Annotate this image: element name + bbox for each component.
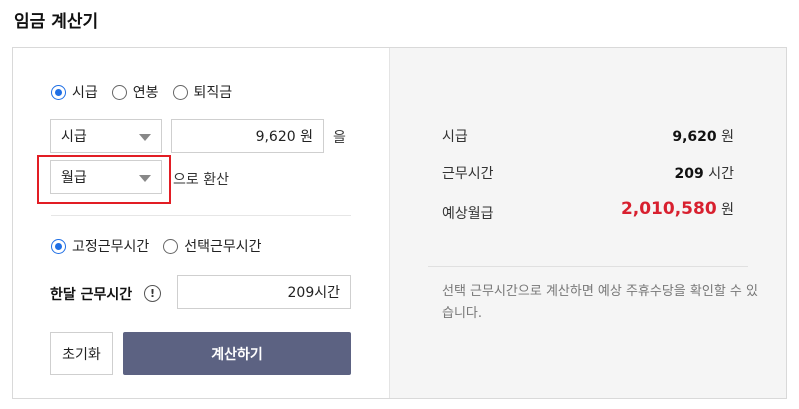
result-section: 시급 9,620 원 근무시간 209 시간 예상월급 2,010,580 원 … [389, 48, 786, 398]
result-number: 209 [674, 166, 704, 182]
result-value-hours: 209 시간 [675, 163, 734, 183]
radio-unchecked-icon [163, 238, 179, 254]
radio-label: 연봉 [132, 85, 159, 101]
radio-label: 선택근무시간 [184, 239, 262, 255]
monthly-hours-input[interactable]: 209시간 [177, 275, 351, 309]
info-icon[interactable]: ! [144, 285, 161, 302]
result-divider [428, 266, 748, 267]
result-unit: 시간 [708, 166, 734, 182]
radio-label: 고정근무시간 [72, 239, 150, 255]
result-label-monthly: 예상월급 [442, 206, 494, 222]
hours-type-radio-group: 고정근무시간 선택근무시간 [51, 236, 276, 256]
wage-type-radio-group: 시급 연봉 퇴직금 [51, 82, 246, 102]
result-value-monthly: 2,010,580 원 [621, 199, 734, 219]
page-title: 임금 계산기 [14, 12, 99, 32]
highlight-box [37, 155, 171, 204]
radio-checked-icon [51, 238, 66, 254]
radio-flexible-hours[interactable]: 선택근무시간 [163, 236, 262, 256]
divider [51, 215, 351, 216]
result-unit: 원 [721, 129, 734, 145]
result-label-hourly: 시급 [442, 129, 468, 145]
radio-annual[interactable]: 연봉 [111, 82, 159, 102]
result-note: 선택 근무시간으로 계산하면 예상 주휴수당을 확인할 수 있습니다. [442, 284, 758, 321]
monthly-hours-value: 209시간 [287, 285, 340, 301]
calculate-button[interactable]: 계산하기 [123, 332, 351, 375]
radio-severance[interactable]: 퇴직금 [172, 82, 233, 102]
amount-input[interactable]: 9,620 원 [171, 119, 324, 153]
radio-label: 시급 [72, 85, 98, 101]
calculator-panel: 시급 연봉 퇴직금 시급 9,620 원 을 월급 으로 환산 고정근무시간 선… [12, 47, 787, 399]
dropdown-arrow-icon [139, 134, 151, 141]
result-value-hourly: 9,620 원 [672, 126, 734, 146]
from-unit-select[interactable]: 시급 [50, 119, 162, 153]
amount-value: 9,620 원 [255, 129, 313, 145]
select-value: 시급 [61, 129, 87, 145]
particle-text: 을 [333, 130, 346, 146]
input-section: 시급 연봉 퇴직금 시급 9,620 원 을 월급 으로 환산 고정근무시간 선… [13, 48, 389, 398]
convert-text: 으로 환산 [173, 172, 229, 188]
radio-label: 퇴직금 [193, 85, 233, 101]
result-label-hours: 근무시간 [442, 166, 494, 182]
radio-unchecked-icon [111, 84, 127, 100]
radio-checked-icon [51, 84, 66, 100]
result-number: 9,620 [672, 129, 717, 145]
monthly-hours-label: 한달 근무시간 [50, 287, 133, 303]
radio-fixed-hours[interactable]: 고정근무시간 [51, 236, 149, 256]
reset-button[interactable]: 초기화 [50, 332, 113, 375]
radio-unchecked-icon [172, 84, 188, 100]
radio-hourly[interactable]: 시급 [51, 82, 98, 102]
result-number: 2,010,580 [620, 199, 717, 219]
result-unit: 원 [721, 202, 734, 218]
